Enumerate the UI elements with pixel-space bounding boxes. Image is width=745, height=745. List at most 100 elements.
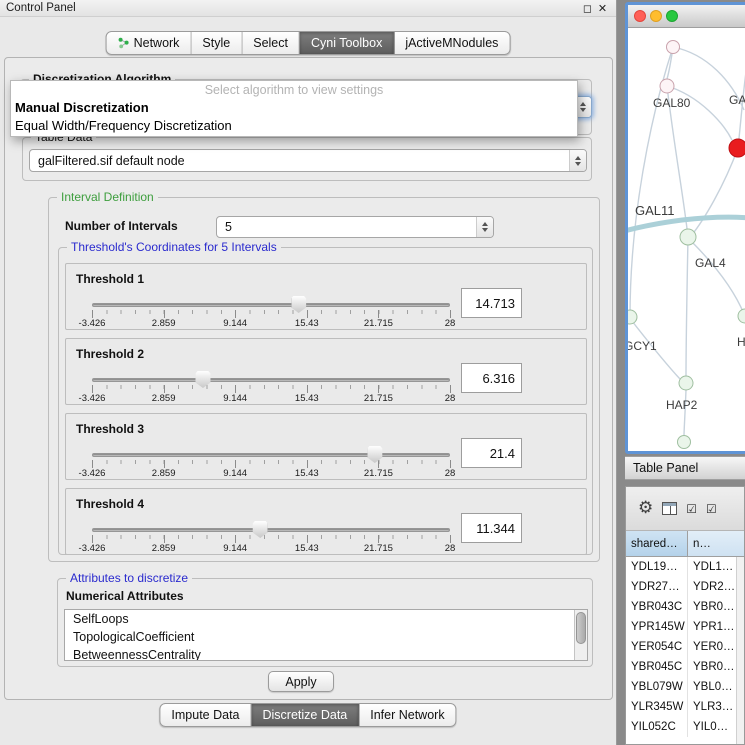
numerical-attributes-list[interactable]: SelfLoopsTopologicalCoefficientBetweenne… <box>64 609 588 661</box>
tab-cyni-toolbox[interactable]: Cyni Toolbox <box>300 32 394 54</box>
table-cell: YBR043C <box>626 597 688 617</box>
float-window-icon[interactable]: ◻ <box>580 2 595 15</box>
threshold-1-value-field[interactable]: 14.713 <box>461 288 522 318</box>
close-window-icon[interactable] <box>634 10 646 22</box>
table-row[interactable]: YPR145WYPR1… <box>626 617 744 637</box>
table-row[interactable]: YER054CYER0… <box>626 637 744 657</box>
table-row[interactable]: YIL052CYIL0… <box>626 717 744 737</box>
list-scrollbar-thumb[interactable] <box>576 612 586 644</box>
attributes-group-label: Attributes to discretize <box>66 571 192 585</box>
table-scrollbar[interactable] <box>736 557 744 744</box>
threshold-1-slider[interactable]: -3.4262.8599.14415.4321.71528 <box>86 294 460 330</box>
threshold-4-slider[interactable]: -3.4262.8599.14415.4321.71528 <box>86 519 460 555</box>
table-panel-header[interactable]: Table Panel <box>625 456 745 480</box>
network-node[interactable] <box>628 310 637 324</box>
slider-scale-label: 15.43 <box>295 318 319 329</box>
network-window-titlebar <box>628 5 745 28</box>
node-label: GCY1 <box>628 339 657 353</box>
tab-infer-network[interactable]: Infer Network <box>359 704 455 726</box>
table-cell: YDR27… <box>626 577 688 597</box>
network-node[interactable] <box>678 436 691 449</box>
settings-gear-icon[interactable]: ⚙ <box>638 500 653 517</box>
tab-impute-data[interactable]: Impute Data <box>160 704 251 726</box>
slider-major-tick <box>450 385 451 393</box>
number-of-intervals-value: 5 <box>225 220 232 234</box>
number-of-intervals-combo[interactable]: 5 <box>216 216 494 238</box>
column-header-1[interactable]: shared… <box>626 531 688 556</box>
network-canvas[interactable]: GAL80GAGAL11GAL4GCY1HHAP2 <box>628 28 745 454</box>
threshold-3-slider[interactable]: -3.4262.8599.14415.4321.71528 <box>86 444 460 480</box>
table-row[interactable]: YDR27…YDR2… <box>626 577 744 597</box>
network-edge[interactable] <box>691 241 744 314</box>
slider-scale-label: 28 <box>445 543 456 554</box>
threshold-3-value-field[interactable]: 21.4 <box>461 438 522 468</box>
tab-label: Cyni Toolbox <box>311 36 382 50</box>
attribute-list-item[interactable]: SelfLoops <box>65 610 587 628</box>
tab-label: Style <box>202 36 230 50</box>
slider-scale-label: 28 <box>445 393 456 404</box>
zoom-window-icon[interactable] <box>666 10 678 22</box>
deselect-rows-icon[interactable]: ☑ <box>706 503 717 515</box>
network-node[interactable] <box>680 229 696 245</box>
network-node[interactable] <box>660 79 674 93</box>
list-scrollbar[interactable] <box>574 610 587 660</box>
network-edge[interactable] <box>667 86 732 140</box>
threshold-2-box: Threshold 2-3.4262.8599.14415.4321.71528… <box>65 338 587 405</box>
table-data-combo[interactable]: galFiltered.sif default node <box>29 149 587 172</box>
attribute-list-item[interactable]: BetweennessCentrality <box>65 646 587 661</box>
network-icon <box>118 37 130 49</box>
slider-scale-label: 9.144 <box>223 318 247 329</box>
slider-scale-label: -3.426 <box>79 393 106 404</box>
slider-major-tick <box>92 460 93 468</box>
algorithm-option-manual-discretization[interactable]: Manual Discretization <box>11 99 577 117</box>
slider-track[interactable] <box>92 378 450 382</box>
slider-track[interactable] <box>92 528 450 532</box>
table-cell: YLR345W <box>626 697 688 717</box>
select-all-rows-icon[interactable]: ☑ <box>686 503 697 515</box>
column-header-2[interactable]: n… <box>688 531 744 556</box>
tab-jactivemnodules[interactable]: jActiveMNodules <box>394 32 509 54</box>
tab-network[interactable]: Network <box>107 32 192 54</box>
network-node[interactable] <box>667 41 680 54</box>
close-panel-icon[interactable]: ✕ <box>595 2 610 15</box>
algorithm-option-equal-width-frequency-discretization[interactable]: Equal Width/Frequency Discretization <box>11 117 577 135</box>
network-edge[interactable] <box>684 390 686 436</box>
slider-scale-label: 9.144 <box>223 468 247 479</box>
network-node[interactable] <box>729 139 745 157</box>
slider-scale-label: -3.426 <box>79 543 106 554</box>
slider-track[interactable] <box>92 303 450 307</box>
table-row[interactable]: YDL19…YDL1… <box>626 557 744 577</box>
combo-stepper-icon <box>476 217 493 237</box>
network-node[interactable] <box>738 309 745 323</box>
tab-discretize-data[interactable]: Discretize Data <box>252 704 360 726</box>
slider-track[interactable] <box>92 453 450 457</box>
slider-major-tick <box>164 385 165 393</box>
threshold-1-box: Threshold 1-3.4262.8599.14415.4321.71528… <box>65 263 587 330</box>
threshold-label: Threshold 3 <box>76 422 144 436</box>
slider-major-tick <box>235 460 236 468</box>
minimize-window-icon[interactable] <box>650 10 662 22</box>
table-row[interactable]: YBL079WYBL0… <box>626 677 744 697</box>
table-row[interactable]: YLR345WYLR3… <box>626 697 744 717</box>
table-toolbar: ⚙ ☑ ☑ <box>626 487 744 531</box>
apply-button[interactable]: Apply <box>268 671 334 692</box>
slider-major-tick <box>235 385 236 393</box>
slider-major-tick <box>307 535 308 543</box>
network-edge[interactable] <box>686 237 688 376</box>
column-selector-icon[interactable] <box>662 502 677 515</box>
threshold-4-value-field[interactable]: 11.344 <box>461 513 522 543</box>
table-row[interactable]: YBR043CYBR0… <box>626 597 744 617</box>
threshold-2-slider[interactable]: -3.4262.8599.14415.4321.71528 <box>86 369 460 405</box>
threshold-4-box: Threshold 4 -3.4262.8599.14415.4321.71528… <box>65 488 587 555</box>
attributes-group: Attributes to discretize Numerical Attri… <box>57 578 593 667</box>
network-node[interactable] <box>679 376 693 390</box>
tab-style[interactable]: Style <box>191 32 242 54</box>
threshold-label: Threshold 4 <box>76 497 144 511</box>
network-edge[interactable] <box>691 148 738 236</box>
threshold-label: Threshold 1 <box>76 272 144 286</box>
table-row[interactable]: YBR045CYBR0… <box>626 657 744 677</box>
threshold-2-value-field[interactable]: 6.316 <box>461 363 522 393</box>
slider-major-tick <box>164 310 165 318</box>
attribute-list-item[interactable]: TopologicalCoefficient <box>65 628 587 646</box>
tab-select[interactable]: Select <box>242 32 300 54</box>
